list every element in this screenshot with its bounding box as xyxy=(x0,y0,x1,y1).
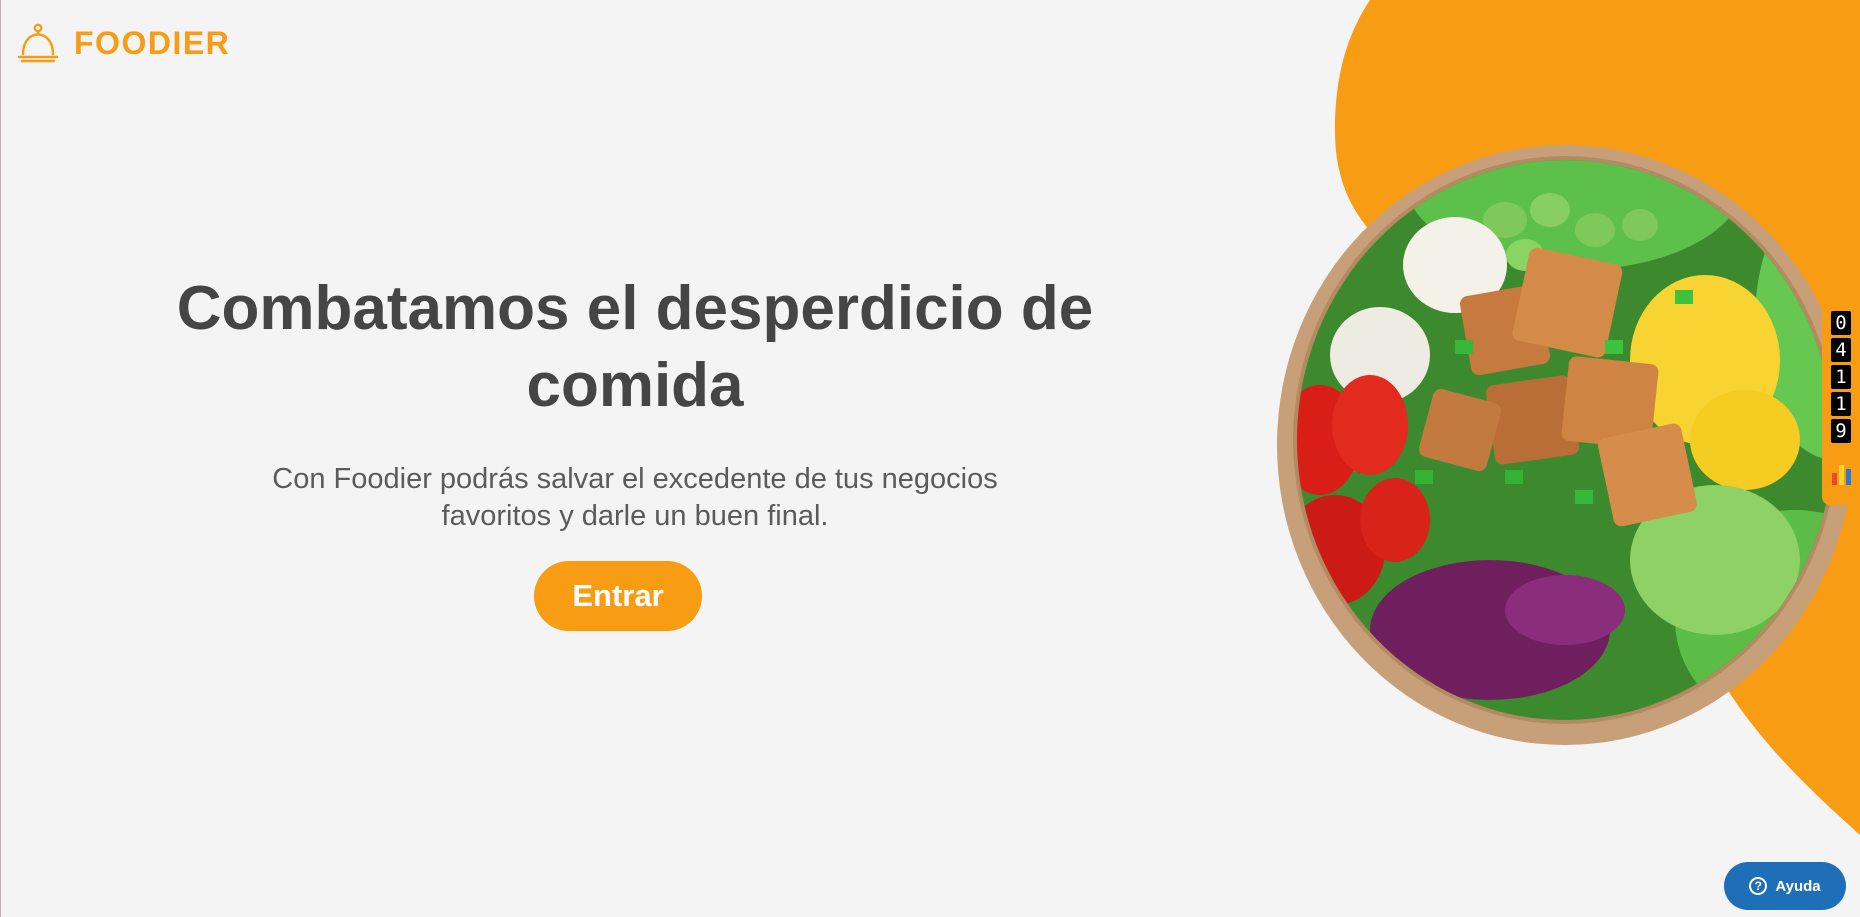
counter-digit: 1 xyxy=(1831,392,1851,416)
brand-name: FOODIER xyxy=(74,24,231,61)
question-mark-icon: ? xyxy=(1749,877,1768,895)
hero-subtitle-line-2: favoritos y darle un buen final. xyxy=(441,500,829,532)
counter-digit: 0 xyxy=(1831,311,1851,335)
service-bell-icon xyxy=(17,23,59,63)
hero-subtitle: Con Foodier podrás salvar el excedente d… xyxy=(225,461,1045,535)
hero-title-line-2: comida xyxy=(526,351,744,420)
bar-chart-icon xyxy=(1831,463,1851,485)
help-button-label: Ayuda xyxy=(1775,877,1821,895)
counter-digit: 4 xyxy=(1831,338,1851,362)
hero-title: Combatamos el desperdicio de comida xyxy=(110,270,1160,424)
counter-digit: 9 xyxy=(1831,419,1851,443)
hero-subtitle-line-1: Con Foodier podrás salvar el excedente d… xyxy=(272,463,998,495)
page-left-border xyxy=(0,0,1,917)
enter-button[interactable]: Entrar xyxy=(534,561,702,631)
visitor-counter-widget[interactable]: 0 4 1 1 9 xyxy=(1822,305,1860,505)
hero-title-line-1: Combatamos el desperdicio de xyxy=(176,274,1094,343)
counter-digit: 1 xyxy=(1831,365,1851,389)
help-button[interactable]: ? Ayuda xyxy=(1724,862,1846,910)
salad-bowl-image xyxy=(1277,145,1853,745)
hero-section: Combatamos el desperdicio de comida Con … xyxy=(110,270,1160,631)
brand-logo[interactable]: FOODIER xyxy=(14,20,230,66)
